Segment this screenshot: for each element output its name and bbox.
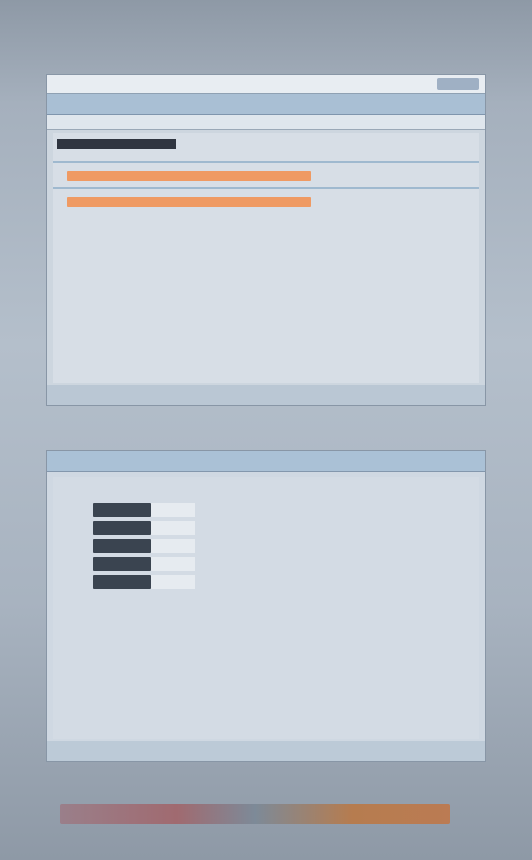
highlighted-selection[interactable] (67, 197, 311, 207)
table-row (93, 557, 195, 571)
text-section (57, 169, 479, 181)
table-value (151, 575, 195, 589)
table-row (93, 521, 195, 535)
content-area (53, 133, 479, 383)
browser-window-top (46, 74, 486, 406)
table-row (93, 575, 195, 589)
highlighted-selection[interactable] (67, 171, 311, 181)
table-value (151, 521, 195, 535)
section-divider (53, 161, 479, 163)
browser-window-bottom (46, 450, 486, 762)
table-key (93, 521, 151, 535)
screen-background (0, 0, 532, 860)
table-key (93, 557, 151, 571)
table-value (151, 539, 195, 553)
table-row (93, 539, 195, 553)
table-key (93, 539, 151, 553)
window-titlebar (47, 75, 485, 94)
tab-strip (47, 115, 485, 130)
page-content (53, 477, 479, 739)
config-table (93, 499, 195, 593)
section-divider (53, 187, 479, 189)
footer-bar (60, 804, 450, 824)
content-heading (57, 139, 176, 149)
status-bar (47, 741, 485, 761)
table-row (93, 503, 195, 517)
text-section (57, 195, 479, 207)
toolbar (47, 94, 485, 115)
table-key (93, 575, 151, 589)
titlebar-button[interactable] (437, 78, 479, 90)
table-value (151, 557, 195, 571)
table-key (93, 503, 151, 517)
status-bar (47, 385, 485, 405)
table-value (151, 503, 195, 517)
toolbar (47, 451, 485, 472)
